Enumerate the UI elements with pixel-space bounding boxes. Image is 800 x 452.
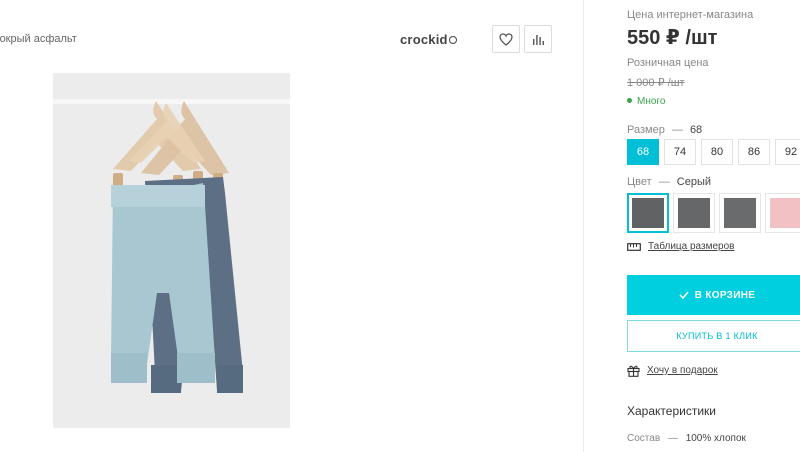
size-option-86[interactable]: 86 bbox=[738, 139, 770, 165]
size-label-text: Размер bbox=[627, 124, 665, 136]
color-swatch-fill bbox=[770, 198, 800, 228]
color-swatch-fill bbox=[678, 198, 710, 228]
brand-name: crockid bbox=[400, 32, 448, 47]
stock-status-text: Много bbox=[637, 96, 666, 107]
color-label-text: Цвет bbox=[627, 176, 652, 188]
gift-wish-label: Хочу в подарок bbox=[647, 365, 718, 376]
ruler-icon bbox=[627, 242, 641, 251]
spec-value: 100% хлопок bbox=[685, 433, 746, 444]
color-swatch-fill bbox=[724, 198, 756, 228]
product-photo-illustration bbox=[53, 73, 290, 428]
size-label-separator: — bbox=[671, 124, 683, 136]
size-table-link[interactable]: Таблица размеров bbox=[627, 241, 734, 252]
product-image[interactable] bbox=[53, 73, 290, 428]
checkmark-icon bbox=[679, 291, 689, 299]
color-caption-text: мокрый асфальт bbox=[0, 33, 77, 45]
color-swatch-fill bbox=[632, 198, 664, 228]
retail-price-label: Розничная цена bbox=[627, 57, 709, 69]
size-table-link-text: Таблица размеров bbox=[648, 241, 735, 252]
stock-status: Много bbox=[627, 96, 665, 107]
retail-price: 1 000 ₽ /шт bbox=[627, 77, 685, 89]
brand-logo[interactable]: crockid bbox=[400, 32, 457, 47]
buy-one-click-button[interactable]: КУПИТЬ В 1 КЛИК bbox=[627, 320, 800, 352]
color-swatch-3[interactable] bbox=[719, 193, 761, 233]
product-color-caption: мокрый асфальт bbox=[0, 33, 77, 45]
favorite-button[interactable] bbox=[492, 25, 520, 53]
in-cart-button-label: В КОРЗИНЕ bbox=[694, 289, 756, 301]
gift-icon bbox=[627, 365, 640, 377]
color-swatch-4[interactable] bbox=[765, 193, 800, 233]
size-option-74[interactable]: 74 bbox=[664, 139, 696, 165]
compare-button[interactable] bbox=[524, 25, 552, 53]
specs-title: Характеристики bbox=[627, 404, 716, 418]
color-swatch-1[interactable] bbox=[627, 193, 669, 233]
online-price: 550 ₽ /шт bbox=[627, 27, 718, 49]
spec-row: Состав — 100% хлопок bbox=[627, 433, 746, 444]
in-cart-button[interactable]: В КОРЗИНЕ bbox=[627, 275, 800, 315]
size-label: Размер — 68 bbox=[627, 124, 702, 136]
buy-one-click-label: КУПИТЬ В 1 КЛИК bbox=[676, 331, 758, 341]
gift-wish-link[interactable]: Хочу в подарок bbox=[627, 364, 718, 377]
size-option-68[interactable]: 68 bbox=[627, 139, 659, 165]
spec-key: Состав bbox=[627, 433, 661, 444]
size-option-80[interactable]: 80 bbox=[701, 139, 733, 165]
color-label: Цвет — Серый bbox=[627, 176, 711, 188]
color-label-separator: — bbox=[658, 176, 670, 188]
size-option-92[interactable]: 92 bbox=[775, 139, 800, 165]
spec-separator: — bbox=[667, 433, 678, 444]
size-selected-value: 68 bbox=[689, 124, 703, 136]
brand-logo-mark bbox=[448, 36, 457, 44]
stock-indicator-icon bbox=[627, 98, 632, 103]
bar-chart-icon bbox=[533, 34, 544, 45]
online-price-label: Цена интернет-магазина bbox=[627, 9, 754, 21]
color-swatch-2[interactable] bbox=[673, 193, 715, 233]
color-selected-value: Серый bbox=[676, 176, 712, 188]
heart-icon bbox=[499, 32, 513, 46]
column-divider bbox=[583, 0, 584, 452]
